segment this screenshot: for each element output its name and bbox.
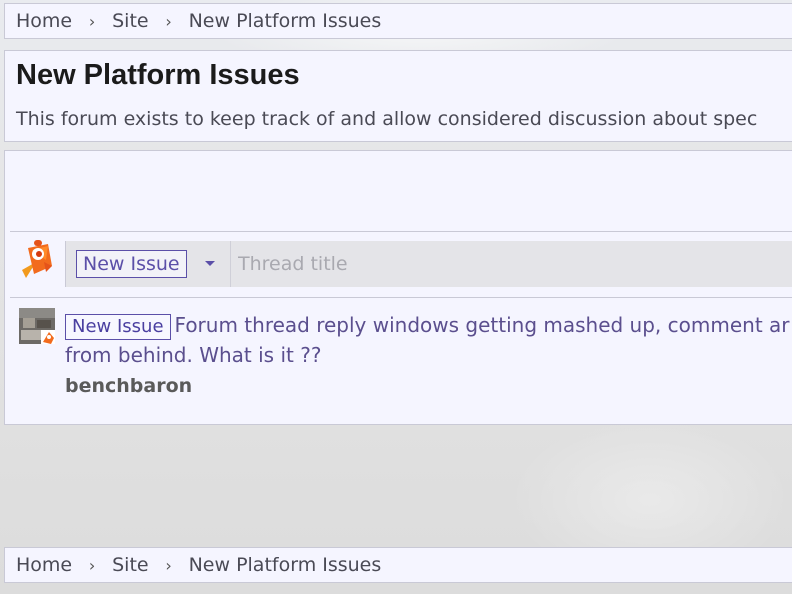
breadcrumb-forum[interactable]: New Platform Issues: [189, 554, 382, 576]
thread-prefix-label[interactable]: New Issue: [65, 314, 171, 340]
chevron-right-icon: ›: [88, 11, 96, 31]
thread-title-line[interactable]: New Issue Forum thread reply windows gett…: [65, 310, 790, 341]
breadcrumb-footer: Home › Site › New Platform Issues: [4, 547, 792, 583]
thread-title-continued[interactable]: from behind. What is it ??: [65, 343, 321, 367]
breadcrumb-home[interactable]: Home: [16, 10, 72, 32]
breadcrumb-forum[interactable]: New Platform Issues: [189, 10, 382, 32]
quick-thread-composer: New Issue: [65, 241, 792, 287]
breadcrumb: Home › Site › New Platform Issues: [4, 3, 792, 39]
thread-title[interactable]: Forum thread reply windows getting mashe…: [175, 313, 790, 337]
user-avatar[interactable]: [19, 308, 55, 344]
page-title: New Platform Issues: [16, 59, 300, 91]
forum-header: New Platform Issues This forum exists to…: [4, 50, 792, 142]
thread-author[interactable]: benchbaron: [65, 375, 192, 397]
chevron-right-icon: ›: [165, 555, 172, 575]
breadcrumb-site[interactable]: Site: [112, 554, 148, 576]
orange-bird-icon: [22, 240, 52, 278]
prefix-chip[interactable]: New Issue: [76, 250, 187, 278]
forum-description: This forum exists to keep track of and a…: [16, 108, 758, 130]
caret-down-icon[interactable]: [205, 261, 215, 266]
thread-title-input[interactable]: [232, 241, 792, 287]
prefix-selector[interactable]: New Issue: [66, 241, 231, 287]
chevron-right-icon: ›: [88, 555, 96, 575]
divider: [10, 297, 792, 298]
chevron-right-icon: ›: [165, 11, 172, 31]
breadcrumb-site[interactable]: Site: [112, 10, 148, 32]
divider: [10, 231, 792, 232]
thread-list-panel: New Issue New IssueForum thread reply wi…: [4, 150, 792, 425]
breadcrumb-home[interactable]: Home: [16, 554, 72, 576]
